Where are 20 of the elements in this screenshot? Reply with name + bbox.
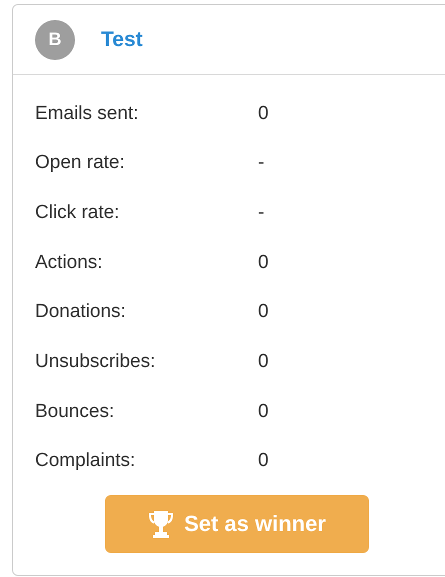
- stat-value: -: [258, 151, 264, 176]
- stat-label: Actions:: [35, 250, 104, 275]
- stat-label: Open rate:: [35, 151, 126, 176]
- trophy-icon: [148, 508, 174, 538]
- stat-label: Click rate:: [35, 200, 120, 225]
- stat-label: Unsubscribes:: [35, 350, 156, 374]
- variant-title-link[interactable]: Test: [101, 24, 143, 56]
- stat-value: 0: [258, 250, 269, 275]
- stat-value: -: [258, 200, 264, 225]
- stat-value: 0: [258, 449, 269, 474]
- stat-label: Bounces:: [35, 400, 116, 424]
- stat-label: Complaints:: [35, 449, 136, 474]
- stat-label: Emails sent:: [35, 102, 140, 126]
- set-winner-button[interactable]: Set as winner: [105, 494, 369, 552]
- stat-value: 0: [258, 400, 269, 424]
- stat-value: 0: [258, 102, 269, 126]
- avatar: B: [35, 20, 75, 60]
- stat-label: Donations:: [35, 300, 127, 324]
- stat-value: 0: [258, 350, 269, 374]
- stat-value: 0: [258, 300, 269, 324]
